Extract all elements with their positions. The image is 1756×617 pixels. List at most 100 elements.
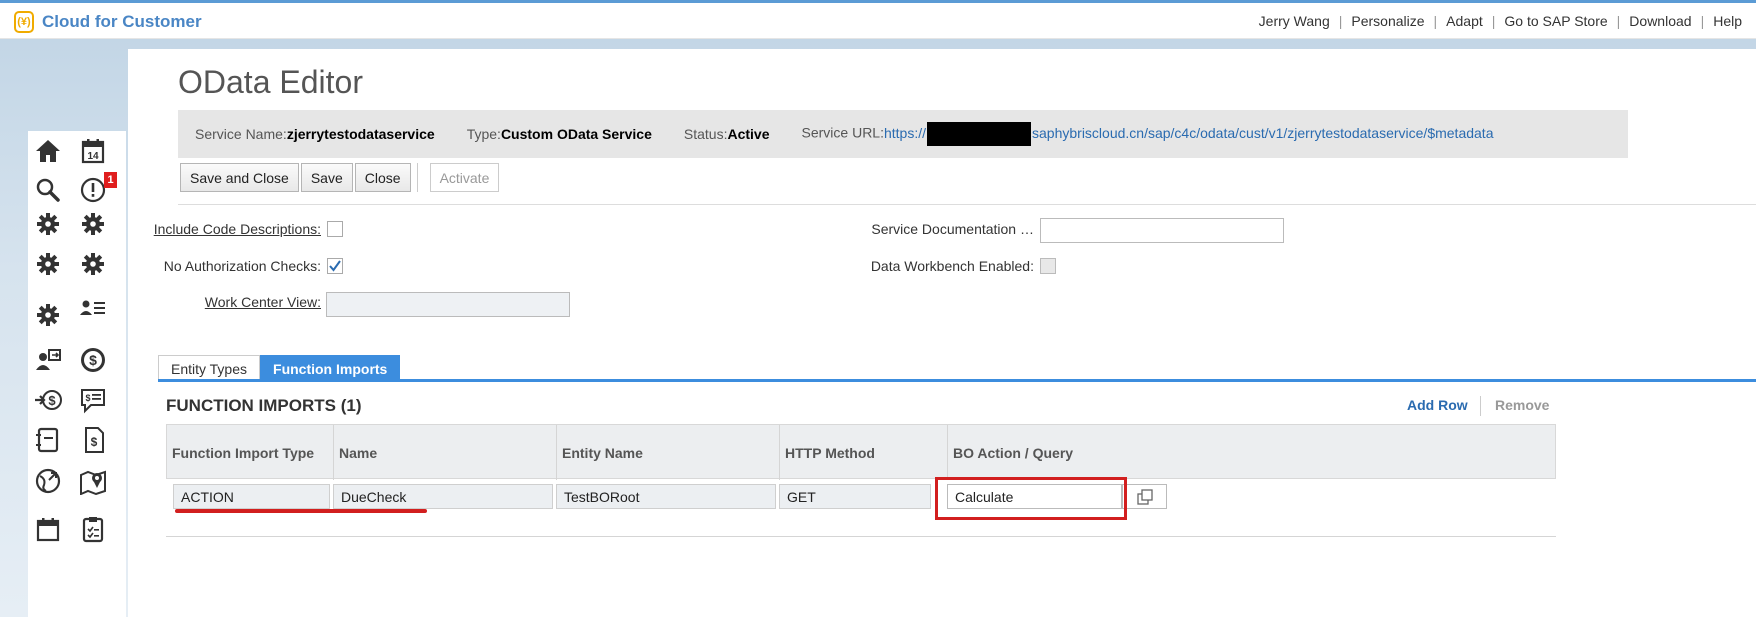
person-transfer-icon[interactable] xyxy=(33,345,63,375)
nav-separator: | xyxy=(1700,13,1705,29)
tab-function-imports[interactable]: Function Imports xyxy=(260,355,401,381)
status-label: Status: xyxy=(683,126,728,142)
service-name-field: Service Name:zjerrytestodataservice xyxy=(195,126,435,142)
gear-icon[interactable] xyxy=(78,249,108,279)
sap-store-link[interactable]: Go to SAP Store xyxy=(1504,13,1607,29)
contacts-list-icon[interactable] xyxy=(78,294,108,324)
no-authorization-checks-label: No Authorization Checks: xyxy=(163,258,321,274)
svg-text:$: $ xyxy=(91,435,98,449)
work-center-view-label[interactable]: Work Center View: xyxy=(205,294,321,310)
download-link[interactable]: Download xyxy=(1629,13,1691,29)
cell-name[interactable]: DueCheck xyxy=(333,484,553,509)
column-header-name[interactable]: Name xyxy=(334,425,557,480)
work-center-view-input[interactable] xyxy=(326,292,570,317)
dollar-circle-icon[interactable]: $ xyxy=(78,345,108,375)
adapt-link[interactable]: Adapt xyxy=(1446,13,1483,29)
page-title: OData Editor xyxy=(178,64,363,100)
svg-text:$: $ xyxy=(89,352,97,368)
annotation-underline xyxy=(175,509,427,513)
status-field: Status:Active xyxy=(684,126,770,142)
calendar-icon[interactable]: 14 xyxy=(78,136,108,166)
service-url-suffix: saphybriscloud.cn/sap/c4c/odata/cust/v1/… xyxy=(1032,124,1494,141)
document-icon[interactable] xyxy=(33,425,63,455)
globe-arrow-icon[interactable] xyxy=(33,466,63,496)
toolbar-divider-line xyxy=(178,204,1756,205)
gear-icon[interactable] xyxy=(33,300,63,330)
type-value: Custom OData Service xyxy=(500,126,652,142)
column-header-bo-action-query[interactable]: BO Action / Query xyxy=(948,425,1555,480)
gear-icon[interactable] xyxy=(78,209,108,239)
launchpad-sidebar: 14 1 $ $ $ $ xyxy=(28,131,126,617)
value-help-button[interactable] xyxy=(1122,484,1167,509)
alert-icon[interactable]: 1 xyxy=(78,172,117,205)
calendar-icon[interactable] xyxy=(33,514,63,544)
save-and-close-button[interactable]: Save and Close xyxy=(180,163,299,192)
close-button[interactable]: Close xyxy=(354,163,411,192)
add-row-button[interactable]: Add Row xyxy=(1407,397,1468,413)
no-authorization-checks-checkbox[interactable] xyxy=(327,258,343,274)
data-workbench-enabled-checkbox[interactable] xyxy=(1040,258,1056,274)
column-header-function-import-type[interactable]: Function Import Type xyxy=(167,425,334,480)
nav-separator: | xyxy=(1491,13,1496,29)
type-field: Type:Custom OData Service xyxy=(467,126,652,142)
data-workbench-enabled-label: Data Workbench Enabled: xyxy=(870,258,1034,274)
sap-logo-icon: (¥) xyxy=(14,11,34,33)
nav-separator: | xyxy=(1616,13,1621,29)
service-url-prefix: https:// xyxy=(883,124,927,141)
type-label: Type: xyxy=(466,126,501,142)
include-code-descriptions-label[interactable]: Include Code Descriptions: xyxy=(154,221,321,237)
action-divider xyxy=(1480,396,1481,416)
invoice-dollar-icon[interactable]: $ xyxy=(78,425,108,455)
column-header-http-method[interactable]: HTTP Method xyxy=(780,425,948,480)
section-title: FUNCTION IMPORTS (1) xyxy=(166,396,362,415)
personalize-link[interactable]: Personalize xyxy=(1351,13,1424,29)
include-code-descriptions-checkbox[interactable] xyxy=(327,221,343,237)
app-title: Cloud for Customer xyxy=(42,12,202,31)
service-documentation-input[interactable] xyxy=(1040,218,1284,243)
help-link[interactable]: Help xyxy=(1713,13,1742,29)
calendar-day-text: 14 xyxy=(87,151,99,162)
redacted-host-block xyxy=(927,122,1032,146)
column-header-entity-name[interactable]: Entity Name xyxy=(557,425,780,480)
tab-strip: Entity Types Function Imports xyxy=(158,355,401,381)
tab-underline xyxy=(158,379,1756,382)
svg-text:$: $ xyxy=(85,393,90,403)
search-icon[interactable] xyxy=(33,175,63,205)
alert-count-badge: 1 xyxy=(104,172,117,188)
service-name-label: Service Name: xyxy=(195,126,287,142)
gear-icon[interactable] xyxy=(33,249,63,279)
table-header: Function Import Type Name Entity Name HT… xyxy=(166,424,1556,480)
arrow-dollar-icon[interactable]: $ xyxy=(33,385,63,415)
service-url-field: Service URL:https:// saphybriscloud.cn/sa… xyxy=(801,122,1494,146)
main-content: OData Editor Service Name:zjerrytestodat… xyxy=(128,49,1756,617)
cell-entity-name[interactable]: TestBORoot xyxy=(556,484,776,509)
top-navigation: Jerry Wang | Personalize | Adapt | Go to… xyxy=(1259,13,1742,29)
app-logo[interactable]: (¥) Cloud for Customer xyxy=(14,11,202,33)
home-icon[interactable] xyxy=(33,136,63,166)
gear-icon[interactable] xyxy=(33,209,63,239)
save-button[interactable]: Save xyxy=(300,163,353,192)
svg-text:$: $ xyxy=(48,393,56,408)
nav-separator: | xyxy=(1433,13,1438,29)
service-info-bar: Service Name:zjerrytestodataservice Type… xyxy=(178,110,1628,158)
editor-toolbar: Save and Close Save Close Activate xyxy=(180,163,501,192)
service-documentation-label: Service Documentation … xyxy=(871,221,1034,237)
service-url-link[interactable]: https:// saphybriscloud.cn/sap/c4c/odata/… xyxy=(883,122,1494,146)
map-pin-icon[interactable] xyxy=(78,466,108,496)
remove-button[interactable]: Remove xyxy=(1495,397,1549,413)
tab-entity-types[interactable]: Entity Types xyxy=(158,355,261,381)
toolbar-divider xyxy=(416,163,418,192)
chat-dollar-icon[interactable]: $ xyxy=(78,385,108,415)
annotation-highlight-box xyxy=(935,477,1127,520)
shell-header: (¥) Cloud for Customer Jerry Wang | Pers… xyxy=(0,0,1756,39)
activate-button[interactable]: Activate xyxy=(429,163,500,192)
service-name-value: zjerrytestodataservice xyxy=(286,126,435,142)
user-menu-link[interactable]: Jerry Wang xyxy=(1259,13,1330,29)
cell-function-import-type[interactable]: ACTION xyxy=(173,484,330,509)
service-url-label: Service URL: xyxy=(801,124,884,141)
checkmark-icon xyxy=(329,260,341,272)
table-bottom-border xyxy=(166,536,1556,537)
clipboard-check-icon[interactable] xyxy=(78,514,108,544)
cell-http-method[interactable]: GET xyxy=(779,484,931,509)
nav-separator: | xyxy=(1338,13,1343,29)
